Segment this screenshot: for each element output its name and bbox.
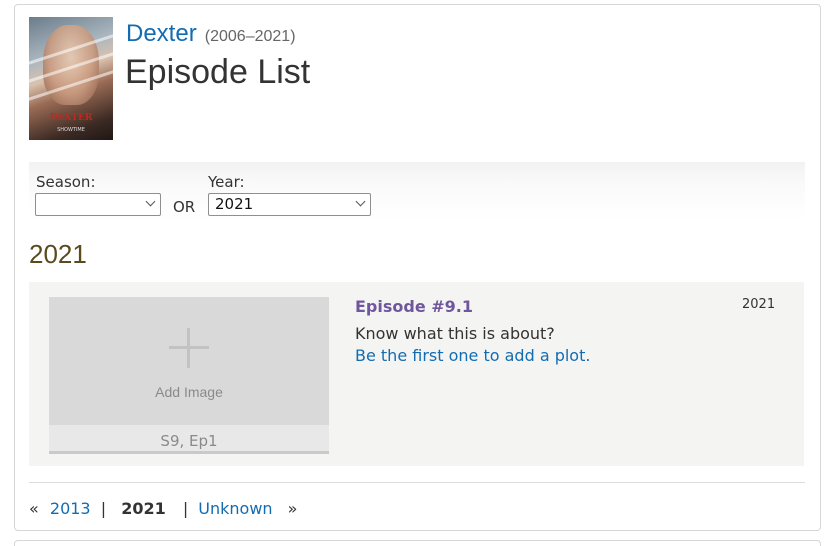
pager-separator: | <box>182 499 189 518</box>
year-pagination: « 2013 | 2021 | Unknown » <box>29 499 297 518</box>
chevron-down-icon <box>145 196 156 207</box>
prev-symbol: « <box>29 499 39 518</box>
season-select[interactable] <box>35 193 161 216</box>
poster-logo: DEXTER <box>49 113 93 123</box>
show-title-link[interactable]: Dexter <box>126 20 197 47</box>
add-plot-link[interactable]: Be the first one to add a plot. <box>355 346 590 365</box>
poster-network-logo: SHOWTIME <box>57 127 85 133</box>
year-select-value: 2021 <box>215 195 254 213</box>
show-title-line: Dexter (2006–2021) <box>126 20 296 48</box>
year-heading: 2021 <box>29 239 87 269</box>
season-label: Season: <box>36 173 96 191</box>
year-label: Year: <box>208 173 245 191</box>
show-years: (2006–2021) <box>204 28 296 45</box>
pager-separator: | <box>100 499 107 518</box>
episode-season-tag: S9, Ep1 <box>160 432 218 450</box>
prev-year-link[interactable]: 2013 <box>50 499 91 518</box>
unknown-year-link[interactable]: Unknown <box>198 499 272 518</box>
next-panel-edge <box>14 540 821 546</box>
page-title: Episode List <box>125 53 311 91</box>
plus-icon <box>169 346 209 349</box>
divider <box>29 482 805 483</box>
add-image-label[interactable]: Add Image <box>49 384 329 400</box>
next-symbol: » <box>287 499 298 518</box>
episode-title-link[interactable]: Episode #9.1 <box>355 297 473 316</box>
current-year: 2021 <box>121 499 166 518</box>
or-separator: OR <box>173 198 196 216</box>
episode-airdate: 2021 <box>742 297 776 312</box>
year-select[interactable]: 2021 <box>208 193 371 216</box>
show-poster-image[interactable]: DEXTER SHOWTIME <box>29 17 113 140</box>
plot-prompt: Know what this is about? <box>355 324 555 343</box>
chevron-down-icon <box>355 196 366 207</box>
